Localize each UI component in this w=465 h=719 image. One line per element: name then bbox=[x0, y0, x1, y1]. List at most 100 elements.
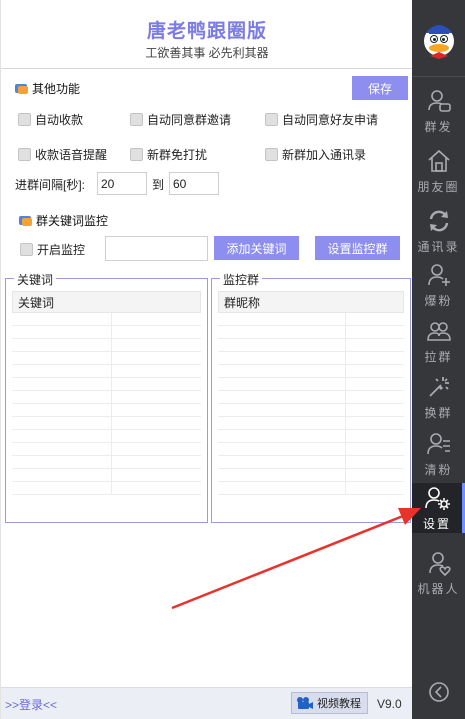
checkbox-box[interactable] bbox=[18, 113, 31, 126]
table-row[interactable] bbox=[218, 339, 404, 352]
donald-duck-avatar[interactable] bbox=[421, 19, 457, 59]
table-cell bbox=[218, 339, 346, 351]
table-cell bbox=[12, 456, 112, 468]
checkbox-label: 收款语音提醒 bbox=[35, 148, 108, 162]
table-row[interactable] bbox=[218, 482, 404, 495]
table-cell bbox=[12, 430, 112, 442]
table-cell bbox=[218, 430, 346, 442]
table-row[interactable] bbox=[12, 391, 201, 404]
table-row[interactable] bbox=[12, 365, 201, 378]
checkbox-box[interactable] bbox=[20, 243, 33, 256]
table-row[interactable] bbox=[218, 313, 404, 326]
auto-receive-checkbox[interactable]: 自动收款 bbox=[18, 111, 83, 128]
table-cell bbox=[12, 378, 112, 390]
table-row[interactable] bbox=[12, 313, 201, 326]
table-cell bbox=[12, 482, 112, 494]
video-tutorial-label: 视频教程 bbox=[317, 698, 361, 710]
interval-label: 进群间隔[秒]: bbox=[15, 178, 86, 192]
keyword-input[interactable] bbox=[105, 236, 208, 261]
sparkle-icon bbox=[428, 377, 449, 397]
person-heart-icon bbox=[428, 552, 451, 576]
other-functions-title: 其他功能 bbox=[32, 82, 81, 96]
checkbox-label: 自动收款 bbox=[35, 113, 84, 127]
table-row[interactable] bbox=[12, 378, 201, 391]
checkbox-label: 新群加入通讯录 bbox=[282, 148, 367, 162]
checkbox-label: 新群免打扰 bbox=[147, 148, 208, 162]
sidebar-item-label: 拉群 bbox=[424, 350, 453, 364]
table-cell bbox=[12, 365, 112, 377]
payment-voice-alert-checkbox[interactable]: 收款语音提醒 bbox=[18, 146, 107, 163]
keyword-rows bbox=[12, 313, 201, 495]
auto-accept-friend-checkbox[interactable]: 自动同意好友申请 bbox=[265, 111, 378, 128]
table-row[interactable] bbox=[12, 456, 201, 469]
table-row[interactable] bbox=[12, 430, 201, 443]
sidebar-item-switch-group[interactable]: 换群 bbox=[412, 364, 465, 426]
table-row[interactable] bbox=[12, 482, 201, 495]
table-row[interactable] bbox=[218, 469, 404, 482]
table-row[interactable] bbox=[12, 443, 201, 456]
table-row[interactable] bbox=[218, 391, 404, 404]
enable-monitor-checkbox[interactable]: 开启监控 bbox=[20, 241, 85, 258]
table-row[interactable] bbox=[12, 469, 201, 482]
table-row[interactable] bbox=[218, 378, 404, 391]
person-chat-icon bbox=[427, 90, 451, 112]
checkbox-box[interactable] bbox=[18, 148, 31, 161]
table-cell bbox=[12, 352, 112, 364]
status-bar: >>登录<< 视频教程 V9.0 bbox=[1, 687, 413, 719]
sidebar-item-label: 群发 bbox=[424, 120, 453, 134]
app-subtitle: 工欲善其事 必先利其器 bbox=[145, 46, 269, 60]
table-row[interactable] bbox=[218, 456, 404, 469]
set-monitor-group-button[interactable]: 设置监控群 bbox=[315, 236, 400, 260]
table-row[interactable] bbox=[218, 417, 404, 430]
table-row[interactable] bbox=[218, 404, 404, 417]
monitor-group-list[interactable]: 群昵称 bbox=[218, 291, 404, 516]
keyword-column-header[interactable]: 关键词 bbox=[12, 291, 201, 313]
sidebar-item-settings[interactable]: 设置 bbox=[412, 483, 465, 533]
keyword-list[interactable]: 关键词 bbox=[12, 291, 201, 516]
sidebar-item-moments[interactable]: 朋友圈 bbox=[412, 138, 465, 200]
keyword-monitor-heading: 群关键词监控 bbox=[18, 212, 108, 229]
app-title: 唐老鸭跟圈版 bbox=[146, 21, 267, 42]
add-person-icon bbox=[427, 264, 450, 286]
sidebar-item-label: 朋友圈 bbox=[417, 180, 460, 194]
sidebar-item-pull-group[interactable]: 拉群 bbox=[412, 308, 465, 370]
table-row[interactable] bbox=[12, 326, 201, 339]
sidebar-item-clean-fans[interactable]: 清粉 bbox=[412, 421, 465, 483]
group-nickname-column-header[interactable]: 群昵称 bbox=[218, 291, 404, 313]
table-row[interactable] bbox=[218, 326, 404, 339]
table-row[interactable] bbox=[218, 430, 404, 443]
checkbox-box[interactable] bbox=[265, 113, 278, 126]
table-row[interactable] bbox=[12, 352, 201, 365]
monitor-group-title: 监控群 bbox=[220, 271, 263, 288]
collapse-chevron-icon[interactable] bbox=[428, 681, 450, 703]
monitor-group: 监控群 群昵称 bbox=[211, 271, 411, 523]
new-group-mute-checkbox[interactable]: 新群免打扰 bbox=[130, 146, 207, 163]
checkbox-box[interactable] bbox=[130, 113, 143, 126]
table-row[interactable] bbox=[12, 339, 201, 352]
table-row[interactable] bbox=[12, 417, 201, 430]
add-keyword-button[interactable]: 添加关键词 bbox=[214, 236, 299, 260]
auto-accept-group-invite-checkbox[interactable]: 自动同意群邀请 bbox=[130, 111, 231, 128]
sidebar-item-label: 机器人 bbox=[417, 582, 460, 596]
table-cell bbox=[218, 404, 346, 416]
interval-to-input[interactable]: 60 bbox=[169, 172, 219, 195]
login-link[interactable]: >>登录<< bbox=[5, 696, 57, 713]
table-row[interactable] bbox=[218, 443, 404, 456]
person-list-icon bbox=[426, 433, 450, 455]
sidebar-item-contacts[interactable]: 通讯录 bbox=[412, 198, 465, 260]
checkbox-box[interactable] bbox=[265, 148, 278, 161]
table-row[interactable] bbox=[218, 352, 404, 365]
new-group-add-contacts-checkbox[interactable]: 新群加入通讯录 bbox=[265, 146, 366, 163]
table-cell bbox=[218, 313, 346, 325]
sidebar-item-add-fans[interactable]: 爆粉 bbox=[412, 252, 465, 314]
sidebar-item-mass-send[interactable]: 群发 bbox=[412, 78, 465, 140]
sidebar-item-robot[interactable]: 机器人 bbox=[412, 540, 465, 602]
video-tutorial-button[interactable]: 视频教程 bbox=[291, 692, 368, 714]
sidebar: 群发 朋友圈 通讯录 爆粉 拉群 换群 清粉 设置 机器人 bbox=[412, 0, 465, 719]
interval-from-input[interactable]: 20 bbox=[97, 172, 147, 195]
checkbox-box[interactable] bbox=[130, 148, 143, 161]
table-row[interactable] bbox=[12, 404, 201, 417]
table-row[interactable] bbox=[218, 365, 404, 378]
save-button[interactable]: 保存 bbox=[352, 76, 408, 100]
table-cell bbox=[218, 326, 346, 338]
